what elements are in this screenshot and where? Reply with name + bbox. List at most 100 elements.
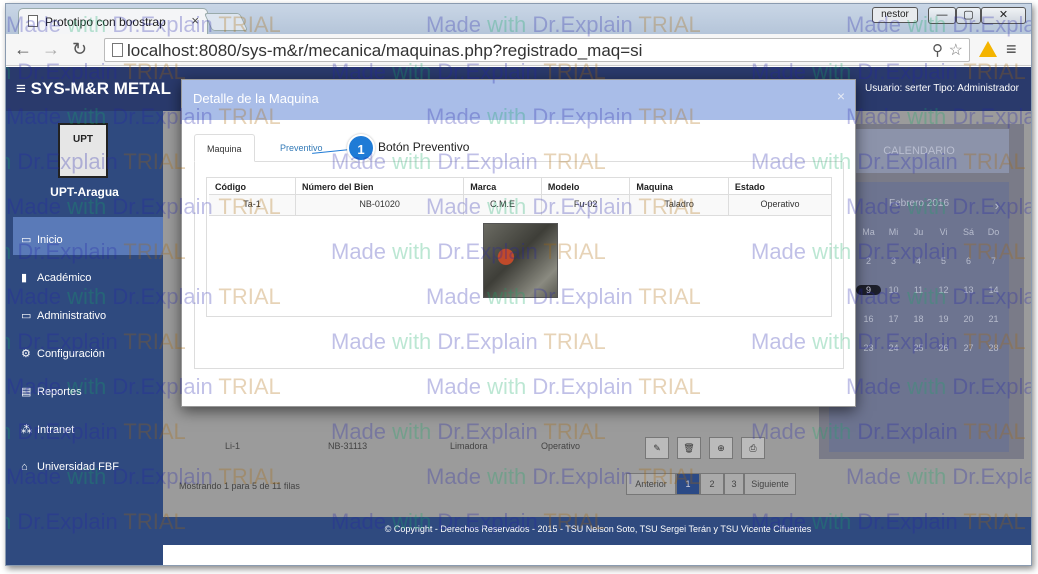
bookmark-star-icon[interactable]: ☆ [949,40,963,60]
calendar-day[interactable]: 23 [856,343,881,353]
forward-icon[interactable]: → [42,39,60,60]
minimize-button[interactable]: — [928,7,956,24]
page-footer: © Copyright - Derechos Reservados - 2015… [163,517,1031,545]
modal-tabs: Maquina Preventivo [194,134,842,162]
url-field[interactable]: localhost:8080/sys-m&r/mecanica/maquinas… [104,38,970,62]
sidebar-item-0[interactable]: ▭ Inicio [13,217,163,255]
pager-page-3[interactable]: 3 [724,473,744,495]
print-button[interactable]: ⎙ [741,437,765,459]
maximize-button[interactable]: ▢ [956,7,981,24]
pager-prev[interactable]: Anterior [626,473,676,495]
bottom-strip [163,545,1031,565]
calendar-day[interactable]: 14 [981,285,1006,295]
calendar-day[interactable]: 27 [956,343,981,353]
calendar-day[interactable]: 26 [931,343,956,353]
page-icon [28,15,38,27]
sidebar-item-6[interactable]: ⌂ Universidad FBF [13,445,163,483]
table-header-row: Código Número del Bien Marca Modelo Maquina E… [209,177,831,195]
calendar-day[interactable]: 5 [931,256,956,266]
machine-detail-modal: Detalle de la Maquina × Maquina Preventi… [181,79,856,407]
calendar-day[interactable]: 19 [931,314,956,324]
table-cell: Ta-1 [209,194,296,216]
table-cell: Fu-02 [540,194,630,216]
calendar-day[interactable]: 17 [881,314,906,324]
network-icon: ⁂ [21,424,32,436]
calendar-day[interactable]: 7 [981,256,1006,266]
tab-preventivo[interactable]: Preventivo [268,134,335,162]
calendar-day[interactable]: 25 [906,343,931,353]
calendar-day[interactable]: 24 [881,343,906,353]
calendar-weekday: Ju [913,227,924,237]
sidebar-item-2[interactable]: ▭ Administrativo [13,293,163,331]
tab-close-icon[interactable]: × [191,13,199,28]
calendar-month-row: ‹ Febrero 2016 › [829,198,1009,213]
address-bar: ← → ↻ localhost:8080/sys-m&r/mecanica/ma… [6,34,1031,66]
calendar-day[interactable]: 9 [856,285,881,295]
sidebar-item-3[interactable]: ⚙ Configuración [13,331,163,369]
url-text: localhost:8080/sys-m&r/mecanica/maquinas… [127,41,643,60]
modal-close-icon[interactable]: × [837,80,845,112]
pager-next[interactable]: Siguiente [744,473,796,495]
calendar-weekday: Vi [939,227,948,237]
calendar-header: CALENDARIO [829,129,1009,173]
report-icon: ▤ [21,386,32,398]
calendar-day[interactable]: 20 [956,314,981,324]
book-icon: ▮ [21,272,28,284]
tab-title: Prototipo con boostrap [45,15,166,29]
browser-tab[interactable]: Prototipo con boostrap × [18,8,208,34]
back-icon[interactable]: ← [14,39,32,60]
image-row [209,215,831,306]
calendar-next-button[interactable]: › [995,198,999,213]
reload-icon[interactable]: ↻ [72,39,87,60]
machine-table: Código Número del Bien Marca Modelo Maquina E… [209,177,831,306]
user-info: Usuario: serter Tipo: Administrador [865,83,1019,94]
gears-icon: ⚙ [21,348,31,360]
calendar-day[interactable]: 11 [906,285,931,295]
calendar-weekday: Mi [888,227,899,237]
pager-page-1[interactable]: 1 [676,473,700,495]
browser-menu-icon[interactable]: ≡ [1006,39,1017,60]
calendar-day[interactable]: 28 [981,343,1006,353]
university-logo: UPT [58,123,108,178]
tab-maquina[interactable]: Maquina [194,134,255,162]
calendar-day[interactable]: 21 [981,314,1006,324]
delete-button[interactable]: 🗑 [677,437,701,459]
machine-photo [482,223,558,299]
university-icon: ⌂ [21,461,28,473]
calendar-widget: ‹ Febrero 2016 › LuMaMiJuViSáDo123456789… [829,182,1009,452]
zoom-icon[interactable]: ⚲ [932,41,943,59]
calendar-day[interactable]: 12 [931,285,956,295]
edit-button[interactable]: ✎ [645,437,669,459]
sidebar-item-label: Académico [37,272,92,284]
sidebar: UPT UPT-Aragua ▭ Inicio ▮ Académico ▭ Adminis… [6,111,163,565]
calendar-day[interactable]: 16 [856,314,881,324]
column-header: Código [215,182,246,192]
modal-title: Detalle de la Maquina [193,91,319,106]
sidebar-item-5[interactable]: ⁂ Intranet [13,407,163,445]
view-button[interactable]: ⊕ [709,437,733,459]
calendar-day[interactable]: 3 [881,256,906,266]
table-cell: NB-01020 [295,194,464,216]
page-icon [112,43,123,57]
close-window-button[interactable]: ✕ [981,7,1026,24]
calendar-weekday: Ma [862,227,875,237]
calendar-day[interactable]: 18 [906,314,931,324]
calendar-day[interactable]: 13 [956,285,981,295]
calendar-day[interactable]: 2 [856,256,881,266]
sidebar-item-1[interactable]: ▮ Académico [13,255,163,293]
calendar-day[interactable]: 4 [906,256,931,266]
table-cell: Taladro [629,194,729,216]
calendar-weekday: Sá [962,227,974,237]
pager-page-2[interactable]: 2 [700,473,724,495]
calendar-month[interactable]: Febrero 2016 [889,198,949,209]
calendar-day[interactable]: 10 [881,285,906,295]
bg-cell-maquina: Limadora [450,441,488,451]
new-tab-button[interactable] [203,13,249,31]
brand-title[interactable]: ≡ SYS-M&R METAL [16,79,171,99]
drive-icon[interactable] [979,41,997,57]
sidebar-item-label: Reportes [37,386,82,398]
calendar-day[interactable]: 6 [956,256,981,266]
modal-header: Detalle de la Maquina × [182,80,855,120]
sidebar-item-label: Intranet [37,424,75,436]
sidebar-item-4[interactable]: ▤ Reportes [13,369,163,407]
